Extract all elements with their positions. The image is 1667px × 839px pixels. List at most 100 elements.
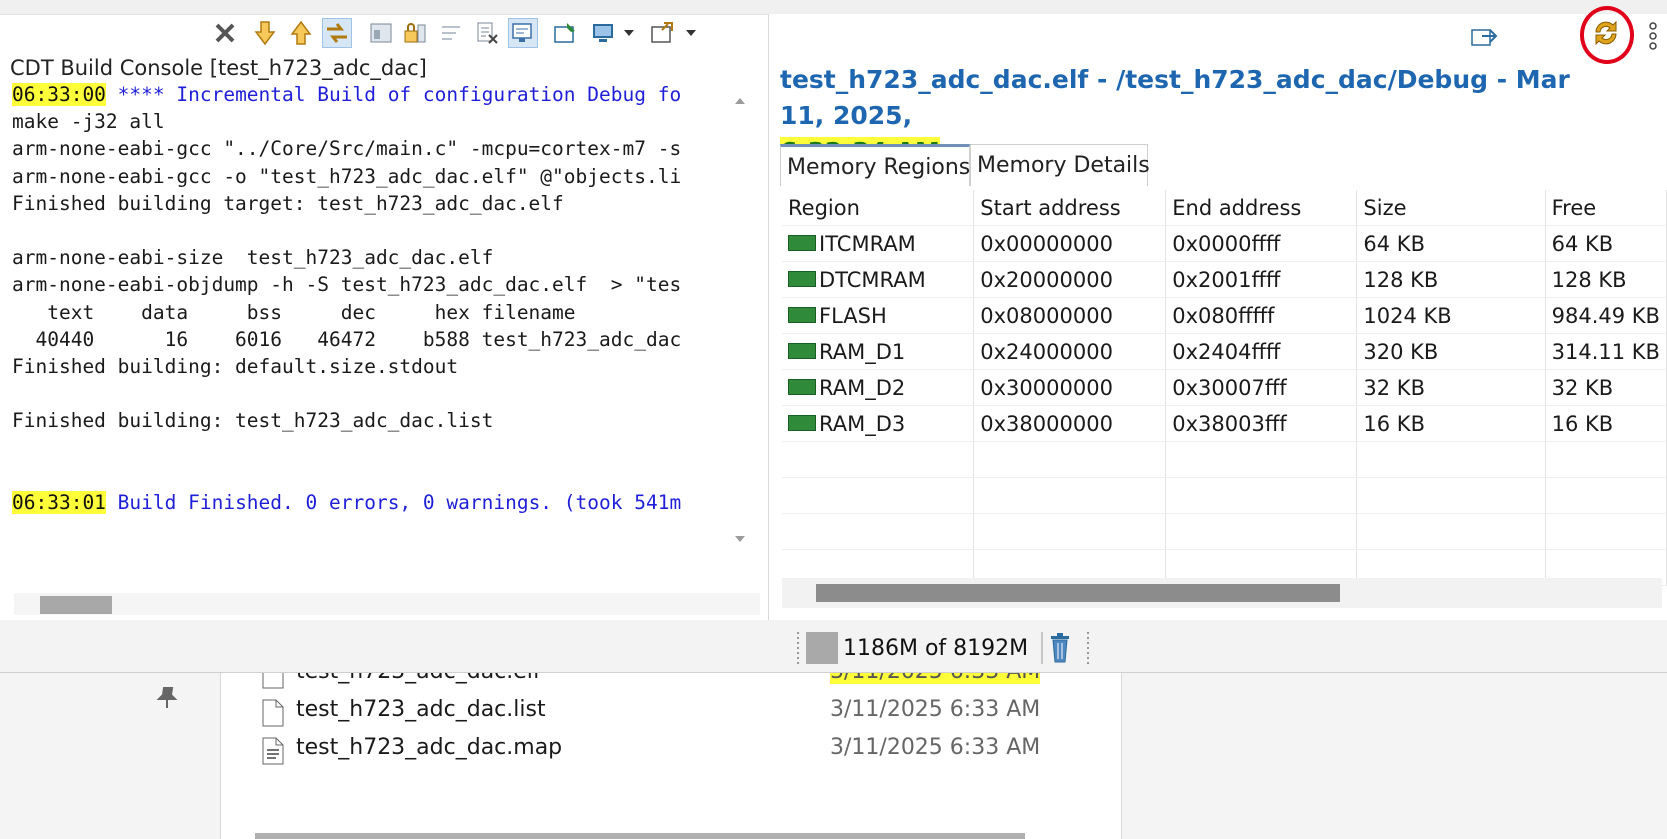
scroll-down-arrow-icon[interactable] bbox=[250, 18, 280, 48]
display-selected-console-icon[interactable] bbox=[588, 18, 618, 48]
empty-cell bbox=[1356, 477, 1546, 514]
pin-icon[interactable] bbox=[156, 686, 178, 714]
open-console-dropdown-icon[interactable] bbox=[682, 18, 700, 48]
region-size: 32 KB bbox=[1356, 369, 1546, 406]
region-size: 320 KB bbox=[1356, 333, 1546, 370]
export-icon[interactable] bbox=[1470, 24, 1498, 52]
refresh-annotation-circle bbox=[1580, 6, 1634, 64]
memory-region-row[interactable]: ITCMRAM 0x00000000 0x0000ffff 64 KB 64 KB bbox=[782, 225, 1667, 262]
display-console-dropdown-icon[interactable] bbox=[620, 18, 638, 48]
clear-console-icon[interactable] bbox=[472, 18, 502, 48]
console-view-icon[interactable] bbox=[508, 18, 538, 48]
run-garbage-collector-icon[interactable] bbox=[1049, 633, 1071, 667]
region-name-text: RAM_D3 bbox=[819, 411, 906, 436]
console-line: arm-none-eabi-size test_h723_adc_dac.elf bbox=[12, 245, 493, 271]
memory-chip-icon bbox=[788, 342, 816, 359]
region-size-text: 128 KB bbox=[1363, 267, 1439, 292]
view-menu-icon[interactable] bbox=[1648, 22, 1658, 54]
memory-horizontal-scroll-thumb[interactable] bbox=[816, 584, 1340, 602]
empty-cell bbox=[1356, 441, 1546, 478]
empty-cell bbox=[782, 513, 975, 550]
end-address-text: 0x2001ffff bbox=[1172, 267, 1281, 292]
region-name: ITCMRAM bbox=[782, 225, 975, 262]
console-line: Finished building: default.size.stdout bbox=[12, 354, 458, 380]
region-size: 64 KB bbox=[1356, 225, 1546, 262]
region-size-text: 16 KB bbox=[1363, 411, 1425, 436]
region-free: 128 KB bbox=[1545, 261, 1667, 298]
region-name-text: DTCMRAM bbox=[819, 267, 926, 292]
tab-memory-regions[interactable]: Memory Regions bbox=[780, 144, 970, 186]
start-address: 0x24000000 bbox=[973, 333, 1167, 370]
console-toolbar bbox=[0, 14, 760, 52]
console-line: 06:33:00 **** Incremental Build of confi… bbox=[12, 82, 681, 108]
console-line-text: make -j32 all bbox=[12, 110, 165, 134]
region-name-text: FLASH bbox=[819, 303, 887, 328]
column-header-free[interactable]: Free bbox=[1545, 190, 1667, 226]
build-console-output[interactable]: 06:33:00 **** Incremental Build of confi… bbox=[0, 82, 725, 587]
start-address-text: 0x30000000 bbox=[980, 375, 1113, 400]
file-icon bbox=[262, 699, 284, 727]
console-line-text: text data bss dec hex filename bbox=[12, 300, 576, 324]
region-size-text: 1024 KB bbox=[1363, 303, 1452, 328]
console-line: text data bss dec hex filename bbox=[12, 300, 576, 326]
region-size: 128 KB bbox=[1356, 261, 1546, 298]
region-size: 1024 KB bbox=[1356, 297, 1546, 334]
pin-lock-icon[interactable] bbox=[400, 18, 430, 48]
memory-region-row[interactable]: DTCMRAM 0x20000000 0x2001ffff 128 KB 128 KB bbox=[782, 261, 1667, 298]
memory-chip-icon bbox=[788, 270, 816, 287]
column-header-region[interactable]: Region bbox=[782, 190, 975, 226]
table-header-row: Region Start address End address Size Fr… bbox=[782, 190, 1667, 226]
region-name: FLASH bbox=[782, 297, 975, 334]
end-address-text: 0x2404ffff bbox=[1172, 339, 1281, 364]
scroll-lock-icon[interactable] bbox=[322, 18, 352, 48]
console-horizontal-scroll-thumb[interactable] bbox=[40, 596, 112, 614]
empty-table-row bbox=[782, 441, 1667, 478]
status-separator bbox=[1040, 630, 1044, 670]
file-date-modified: 3/11/2025 6:33 AM bbox=[830, 735, 1041, 760]
memory-region-row[interactable]: FLASH 0x08000000 0x080fffff 1024 KB 984.49 K… bbox=[782, 297, 1667, 334]
console-title: CDT Build Console [test_h723_adc_dac] bbox=[10, 56, 427, 80]
scroll-up-arrow-icon[interactable] bbox=[286, 18, 316, 48]
show-console-icon[interactable] bbox=[366, 18, 396, 48]
memory-region-row[interactable]: RAM_D1 0x24000000 0x2404ffff 320 KB 314.11 K… bbox=[782, 333, 1667, 370]
memory-chip-icon bbox=[788, 414, 816, 431]
end-address-text: 0x080fffff bbox=[1172, 303, 1275, 328]
file-row[interactable]: test_h723_adc_dac.map 3/11/2025 6:33 AM bbox=[260, 731, 1060, 771]
start-address-text: 0x24000000 bbox=[980, 339, 1113, 364]
console-line-text: arm-none-eabi-size test_h723_adc_dac.elf bbox=[12, 246, 494, 270]
memory-regions-table: Region Start address End address Size Fr… bbox=[782, 190, 1667, 586]
region-size-text: 32 KB bbox=[1363, 375, 1425, 400]
empty-cell bbox=[782, 441, 975, 478]
file-name: test_h723_adc_dac.map bbox=[296, 735, 563, 760]
memory-region-row[interactable]: RAM_D2 0x30000000 0x30007fff 32 KB 32 KB bbox=[782, 369, 1667, 406]
column-header-start-address[interactable]: Start address bbox=[973, 190, 1167, 226]
open-console-icon[interactable] bbox=[648, 18, 678, 48]
end-address-text: 0x38003fff bbox=[1172, 411, 1287, 436]
empty-cell bbox=[1545, 441, 1667, 478]
empty-cell bbox=[1545, 477, 1667, 514]
region-free-text: 64 KB bbox=[1551, 231, 1614, 256]
console-horizontal-scrollbar[interactable] bbox=[14, 593, 760, 615]
column-header-end-address[interactable]: End address bbox=[1165, 190, 1358, 226]
file-row[interactable]: test_h723_adc_dac.list 3/11/2025 6:33 AM bbox=[260, 693, 1060, 733]
word-wrap-icon[interactable] bbox=[436, 18, 466, 48]
tab-memory-details[interactable]: Memory Details bbox=[970, 144, 1150, 186]
empty-cell bbox=[973, 477, 1167, 514]
end-address-text: 0x0000ffff bbox=[1172, 231, 1281, 256]
start-address: 0x08000000 bbox=[973, 297, 1167, 334]
column-header-size[interactable]: Size bbox=[1356, 190, 1546, 226]
console-vertical-scrollbar[interactable] bbox=[730, 90, 750, 580]
console-timestamp: 06:33:01 bbox=[12, 491, 106, 514]
empty-cell bbox=[973, 441, 1167, 478]
memory-region-row[interactable]: RAM_D3 0x38000000 0x38003fff 16 KB 16 KB bbox=[782, 405, 1667, 442]
pin-console-icon[interactable] bbox=[550, 18, 580, 48]
explorer-horizontal-scrollbar[interactable] bbox=[255, 833, 1025, 839]
console-line-text: arm-none-eabi-gcc -o "test_h723_adc_dac.… bbox=[12, 164, 682, 188]
text-file-icon bbox=[262, 737, 284, 765]
heap-status-text: 1186M of 8192M bbox=[843, 636, 1029, 661]
region-size-text: 320 KB bbox=[1363, 339, 1439, 364]
start-address: 0x00000000 bbox=[973, 225, 1167, 262]
remove-launch-icon[interactable] bbox=[210, 18, 240, 48]
file-name: test_h723_adc_dac.list bbox=[296, 697, 546, 722]
end-address: 0x30007fff bbox=[1165, 369, 1358, 406]
